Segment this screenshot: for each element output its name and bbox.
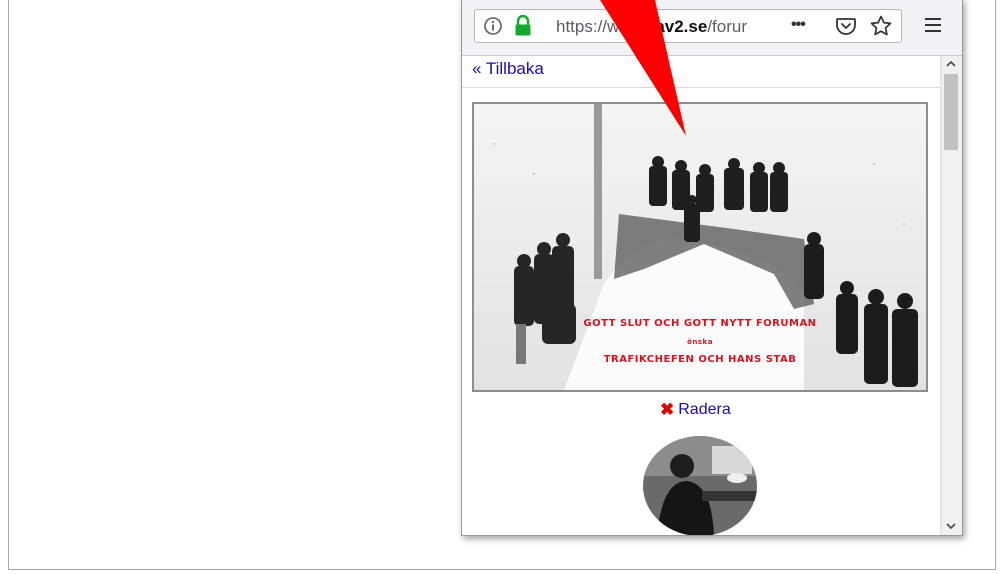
url-suffix: /forur bbox=[707, 17, 747, 36]
browser-popup-window: https://w av2.se/forur ••• « Tillbaka GO… bbox=[461, 0, 963, 536]
user-avatar-oval[interactable] bbox=[642, 436, 758, 535]
delete-label: Radera bbox=[678, 401, 731, 418]
popup-page-content: « Tillbaka GOTT SLUT OCH GOTT NYTT FORUM… bbox=[462, 56, 940, 535]
divider bbox=[462, 87, 940, 88]
info-icon[interactable] bbox=[483, 16, 503, 36]
vertical-scrollbar[interactable] bbox=[940, 56, 962, 535]
url-bar[interactable]: https://w av2.se/forur ••• bbox=[474, 9, 902, 43]
star-icon[interactable] bbox=[869, 14, 893, 38]
url-prefix: https://w bbox=[556, 17, 620, 36]
lock-icon[interactable] bbox=[513, 14, 533, 38]
delete-x-icon: ✖ bbox=[660, 400, 675, 419]
caption-line-2: önska bbox=[687, 338, 713, 346]
forum-post-image[interactable]: GOTT SLUT OCH GOTT NYTT FORUMAN önska TR… bbox=[472, 102, 928, 392]
hamburger-menu-icon[interactable] bbox=[920, 12, 946, 38]
scroll-down-icon[interactable] bbox=[943, 519, 959, 533]
caption-line-3: TRAFIKCHEFEN OCH HANS STAB bbox=[603, 354, 797, 365]
scroll-up-icon[interactable] bbox=[943, 57, 959, 71]
browser-toolbar: https://w av2.se/forur ••• bbox=[462, 0, 962, 56]
page-actions-more-button[interactable]: ••• bbox=[791, 16, 806, 34]
caption-line-1: GOTT SLUT OCH GOTT NYTT FORUMAN bbox=[583, 318, 817, 329]
delete-link[interactable]: ✖ Radera bbox=[660, 400, 731, 420]
url-text[interactable]: https://w av2.se/forur bbox=[556, 17, 766, 37]
url-domain: av2.se bbox=[655, 17, 708, 36]
back-link[interactable]: « Tillbaka bbox=[472, 59, 544, 79]
scroll-thumb[interactable] bbox=[944, 74, 958, 150]
pocket-icon[interactable] bbox=[835, 15, 857, 37]
